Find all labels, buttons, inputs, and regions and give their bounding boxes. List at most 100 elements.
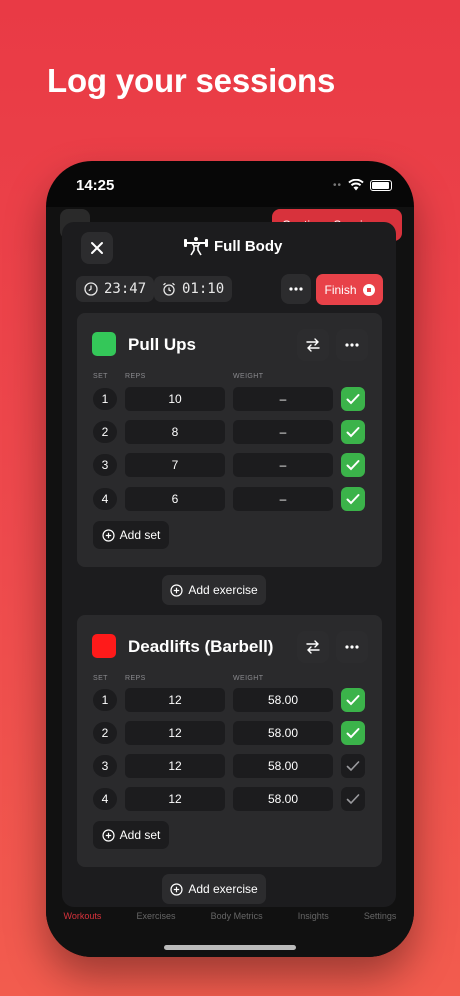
reps-input[interactable]: 12 <box>125 754 225 778</box>
plus-circle-icon <box>170 882 183 896</box>
swap-exercise-button[interactable] <box>297 329 329 361</box>
close-button[interactable] <box>81 232 113 264</box>
workout-title-text: Full Body <box>214 237 283 255</box>
column-reps: REPS <box>125 373 146 380</box>
add-exercise-button[interactable]: Add exercise <box>162 575 266 605</box>
headline: Log your sessions <box>47 62 336 99</box>
column-weight: WEIGHT <box>233 373 264 380</box>
set-complete-checkbox[interactable] <box>341 487 365 511</box>
set-number: 3 <box>93 755 117 777</box>
check-icon <box>346 761 360 772</box>
add-set-button[interactable]: Add set <box>93 521 169 549</box>
reps-input[interactable]: 12 <box>125 721 225 745</box>
rest-time: 01:10 <box>182 281 225 297</box>
set-number: 2 <box>93 421 117 443</box>
set-row: 3 7 – <box>77 453 382 477</box>
plus-circle-icon <box>170 583 183 597</box>
workout-menu-button[interactable] <box>281 274 311 304</box>
swap-icon <box>306 640 320 654</box>
set-number: 2 <box>93 722 117 744</box>
rest-timer[interactable]: 01:10 <box>154 276 233 302</box>
elapsed-time: 23:47 <box>104 281 147 297</box>
close-icon <box>91 242 103 254</box>
reps-input[interactable]: 7 <box>125 453 225 477</box>
add-set-button[interactable]: Add set <box>93 821 169 849</box>
weight-input[interactable]: 58.00 <box>233 754 333 778</box>
check-icon <box>346 728 360 739</box>
exercise-menu-button[interactable] <box>336 631 368 663</box>
tab-workouts[interactable]: Workouts <box>64 911 102 935</box>
swap-exercise-button[interactable] <box>297 631 329 663</box>
weight-input[interactable]: 58.00 <box>233 688 333 712</box>
set-complete-checkbox[interactable] <box>341 754 365 778</box>
set-row: 1 10 – <box>77 387 382 411</box>
clock-icon <box>84 282 98 296</box>
exercise-menu-button[interactable] <box>336 329 368 361</box>
set-row: 4 6 – <box>77 487 382 511</box>
stop-icon <box>362 283 375 296</box>
exercise-name[interactable]: Deadlifts (Barbell) <box>128 637 273 657</box>
battery-icon <box>370 179 392 191</box>
set-complete-checkbox[interactable] <box>341 387 365 411</box>
reps-input[interactable]: 8 <box>125 420 225 444</box>
set-number: 4 <box>93 788 117 810</box>
exercise-color-swatch <box>92 332 116 356</box>
weight-input[interactable]: – <box>233 420 333 444</box>
reps-input[interactable]: 12 <box>125 688 225 712</box>
tab-body-metrics[interactable]: Body Metrics <box>211 911 263 935</box>
set-complete-checkbox[interactable] <box>341 420 365 444</box>
home-indicator[interactable] <box>164 945 296 950</box>
set-complete-checkbox[interactable] <box>341 688 365 712</box>
dots-icon: •• <box>332 179 342 191</box>
exercise-color-swatch <box>92 634 116 658</box>
tab-exercises[interactable]: Exercises <box>137 911 176 935</box>
add-set-label: Add set <box>119 828 161 842</box>
check-icon <box>346 794 360 805</box>
set-complete-checkbox[interactable] <box>341 721 365 745</box>
wifi-icon <box>348 179 364 191</box>
workout-sheet: Full Body 23:47 01:10 Finish Pull Ups SE… <box>62 222 396 907</box>
exercise-name[interactable]: Pull Ups <box>128 335 196 355</box>
check-icon <box>346 394 360 405</box>
more-icon <box>289 287 303 291</box>
weight-input[interactable]: – <box>233 453 333 477</box>
set-number: 1 <box>93 388 117 410</box>
alarm-icon <box>163 282 175 296</box>
status-icons: •• <box>333 179 392 191</box>
check-icon <box>346 494 360 505</box>
column-set: SET <box>93 373 108 380</box>
weight-input[interactable]: – <box>233 487 333 511</box>
plus-circle-icon <box>102 528 115 542</box>
set-complete-checkbox[interactable] <box>341 787 365 811</box>
finish-button[interactable]: Finish <box>316 274 383 305</box>
set-row: 3 12 58.00 <box>77 754 382 778</box>
swap-icon <box>306 338 320 352</box>
column-set: SET <box>93 675 108 682</box>
set-number: 4 <box>93 488 117 510</box>
reps-input[interactable]: 10 <box>125 387 225 411</box>
weight-input[interactable]: 58.00 <box>233 721 333 745</box>
check-icon <box>346 460 360 471</box>
set-row: 1 12 58.00 <box>77 688 382 712</box>
weight-input[interactable]: – <box>233 387 333 411</box>
add-exercise-button[interactable]: Add exercise <box>162 874 266 904</box>
status-bar: 14:25 •• <box>46 161 414 207</box>
elapsed-timer: 23:47 <box>76 276 155 302</box>
weightlifter-icon <box>184 237 208 256</box>
set-number: 1 <box>93 689 117 711</box>
add-set-label: Add set <box>119 528 161 542</box>
tab-settings[interactable]: Settings <box>364 911 397 935</box>
more-icon <box>345 645 359 649</box>
reps-input[interactable]: 12 <box>125 787 225 811</box>
weight-input[interactable]: 58.00 <box>233 787 333 811</box>
check-icon <box>346 427 360 438</box>
set-row: 4 12 58.00 <box>77 787 382 811</box>
tab-insights[interactable]: Insights <box>298 911 329 935</box>
check-icon <box>346 695 360 706</box>
plus-circle-icon <box>102 828 115 842</box>
reps-input[interactable]: 6 <box>125 487 225 511</box>
set-complete-checkbox[interactable] <box>341 453 365 477</box>
column-weight: WEIGHT <box>233 675 264 682</box>
tab-bar: Workouts Exercises Body Metrics Insights… <box>46 911 414 935</box>
add-exercise-label: Add exercise <box>188 882 258 896</box>
